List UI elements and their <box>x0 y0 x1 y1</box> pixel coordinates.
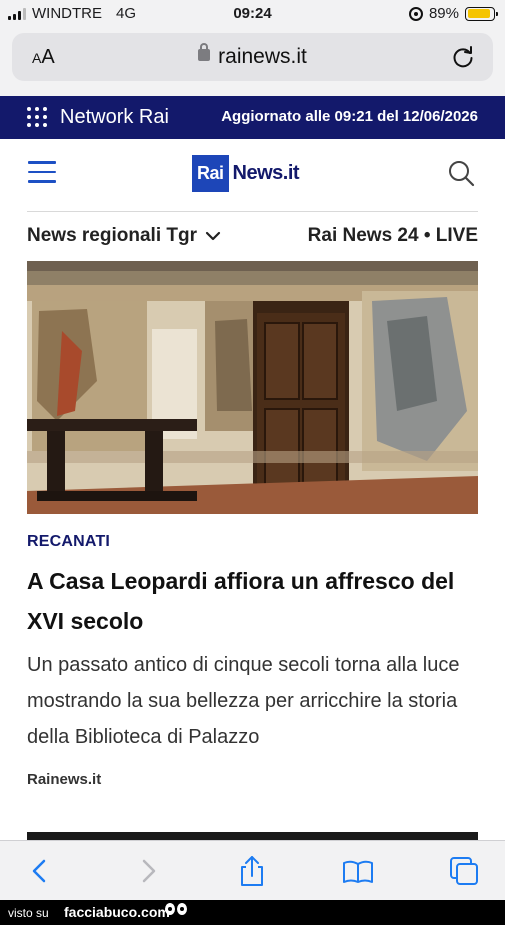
article-source: Rainews.it <box>27 771 102 788</box>
logo-news: News.it <box>232 162 300 184</box>
watermark-eyes-icon <box>165 903 187 915</box>
search-icon[interactable] <box>447 159 475 187</box>
header-divider <box>27 211 478 212</box>
live-link[interactable]: Rai News 24 • LIVE <box>308 225 478 247</box>
article-summary: Un passato antico di cinque secoli torna… <box>27 654 460 748</box>
article-kicker[interactable]: RECANATI <box>27 533 110 551</box>
address-bar[interactable]: AA rainews.it <box>12 33 493 81</box>
network-rai-bar: Network Rai Aggiornato alle 09:21 del 12… <box>0 96 505 139</box>
updated-timestamp: Aggiornato alle 09:21 del 12/06/2026 <box>221 108 478 125</box>
url-text: rainews.it <box>218 45 307 68</box>
browser-chrome: AA rainews.it <box>0 30 505 96</box>
apps-grid-icon[interactable] <box>27 107 47 127</box>
back-icon[interactable] <box>24 855 56 887</box>
battery-percent: 89% <box>428 5 459 22</box>
padlock-icon <box>198 43 211 62</box>
logo-rai: Rai <box>192 155 229 192</box>
article-title[interactable]: A Casa Leopardi affiora un affresco del … <box>27 561 478 641</box>
battery-icon <box>465 6 498 21</box>
status-bar: WINDTRE 4G 09:24 89% <box>0 0 505 30</box>
article-image[interactable] <box>27 261 478 514</box>
watermark-strip: visto su facciabuco.com <box>0 900 505 925</box>
share-icon[interactable] <box>236 855 268 887</box>
orientation-lock-icon <box>408 6 423 21</box>
reload-icon[interactable] <box>449 43 477 71</box>
watermark-brand: facciabuco.com <box>64 904 170 920</box>
chevron-down-icon <box>205 231 221 241</box>
regional-news-label: News regionali Tgr <box>27 225 197 246</box>
network-rai-link[interactable]: Network Rai <box>60 106 169 129</box>
forward-icon[interactable] <box>132 855 164 887</box>
browser-toolbar <box>0 840 505 900</box>
regional-news-dropdown[interactable]: News regionali Tgr <box>27 225 221 247</box>
status-right: 89% <box>408 5 498 22</box>
site-header: Rai News.it News regionali Tgr Rai News … <box>0 139 505 261</box>
url-field[interactable]: rainews.it <box>12 43 493 69</box>
watermark-prefix: visto su <box>8 906 49 920</box>
bookmarks-icon[interactable] <box>342 855 374 887</box>
tabs-icon[interactable] <box>448 855 480 887</box>
rainews-logo[interactable]: Rai News.it <box>192 155 300 192</box>
menu-icon[interactable] <box>28 161 56 185</box>
